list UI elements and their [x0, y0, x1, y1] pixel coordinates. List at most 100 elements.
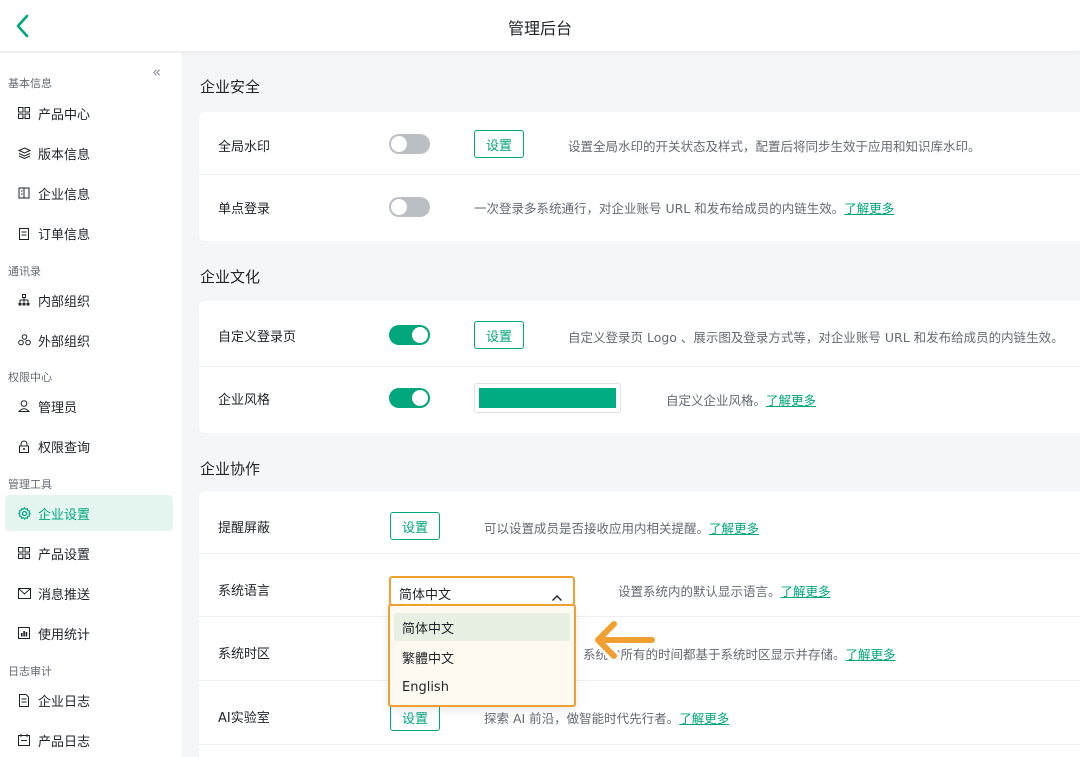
toggle-knob [412, 327, 428, 343]
page-title: 管理后台 [507, 19, 572, 38]
style-color-picker[interactable] [474, 383, 621, 413]
language-option-simplified[interactable]: 简体中文 [394, 613, 570, 641]
ai-lab-learn-more-link[interactable]: 了解更多 [679, 711, 729, 726]
sidebar-item-usage-stats[interactable]: 使用统计 [5, 615, 173, 651]
chart-icon [17, 626, 31, 640]
sidebar-item-label: 权限查询 [38, 440, 91, 456]
watermark-row: 全局水印 设置 设置全局水印的开关状态及样式，配置后将同步生效于应用和知识库水印… [199, 112, 1080, 175]
sidebar-item-company-info[interactable]: 企业信息 [5, 175, 173, 211]
sso-description: 一次登录多系统通行，对企业账号 URL 和发布给成员的内链生效。了解更多 [474, 198, 894, 217]
sso-label: 单点登录 [218, 202, 271, 217]
mail-icon [17, 586, 31, 600]
sidebar-item-external-org[interactable]: 外部组织 [5, 322, 173, 358]
section-title-security: 企业安全 [200, 78, 261, 96]
people-icon [17, 333, 31, 347]
ai-lab-description: 探索 AI 前沿，做智能时代先行者。了解更多 [484, 708, 729, 727]
user-icon [17, 399, 31, 413]
calendar-log-icon [17, 733, 31, 747]
watermark-label: 全局水印 [218, 140, 271, 155]
log-icon [17, 693, 31, 707]
watermark-settings-button[interactable]: 设置 [474, 130, 524, 158]
language-option-traditional[interactable]: 繁體中文 [394, 643, 570, 671]
building-icon [17, 186, 31, 200]
sidebar-item-label: 企业日志 [38, 694, 91, 710]
reminder-row: 提醒屏蔽 设置 可以设置成员是否接收应用内相关提醒。了解更多 [199, 491, 1080, 554]
reminder-settings-button[interactable]: 设置 [390, 512, 440, 540]
watermark-toggle[interactable] [389, 134, 430, 154]
language-description-text: 设置系统内的默认显示语言。 [618, 584, 781, 599]
top-bar: 管理后台 [0, 0, 1080, 52]
language-option-english[interactable]: English [394, 673, 570, 701]
sidebar-item-company-log[interactable]: 企业日志 [5, 682, 173, 718]
sidebar-item-product-log[interactable]: 产品日志 [5, 722, 173, 757]
sidebar-item-label: 消息推送 [38, 587, 91, 603]
sidebar-item-label: 管理员 [38, 400, 78, 416]
sidebar-item-label: 使用统计 [38, 627, 91, 643]
language-select[interactable]: 简体中文 [389, 576, 575, 606]
language-description: 设置系统内的默认显示语言。了解更多 [618, 581, 831, 600]
login-page-toggle[interactable] [389, 325, 430, 345]
language-select-value: 简体中文 [399, 588, 452, 603]
group-title-tools: 管理工具 [8, 478, 52, 491]
language-label: 系统语言 [218, 584, 271, 599]
sidebar-item-label: 内部组织 [38, 294, 91, 310]
sso-learn-more-link[interactable]: 了解更多 [844, 201, 894, 216]
sidebar-item-admin[interactable]: 管理员 [5, 388, 173, 424]
style-toggle[interactable] [389, 388, 430, 408]
style-description: 自定义企业风格。了解更多 [666, 390, 816, 409]
sidebar-item-label: 企业设置 [38, 507, 91, 523]
sso-row: 单点登录 一次登录多系统通行，对企业账号 URL 和发布给成员的内链生效。了解更… [199, 175, 1080, 238]
toggle-knob [391, 136, 407, 152]
sidebar-item-company-settings[interactable]: 企业设置 [5, 495, 173, 531]
sidebar-item-internal-org[interactable]: 内部组织 [5, 282, 173, 318]
reminder-learn-more-link[interactable]: 了解更多 [709, 521, 759, 536]
watermark-description: 设置全局水印的开关状态及样式，配置后将同步生效于应用和知识库水印。 [568, 139, 981, 154]
sidebar-item-message-push[interactable]: 消息推送 [5, 575, 173, 611]
layers-icon [17, 146, 31, 160]
ai-lab-settings-button[interactable]: 设置 [390, 703, 440, 731]
login-page-settings-button[interactable]: 设置 [474, 321, 524, 349]
ai-lab-description-text: 探索 AI 前沿，做智能时代先行者。 [484, 711, 680, 726]
group-title-audit: 日志审计 [8, 665, 52, 678]
style-row: 企业风格 自定义企业风格。了解更多 [199, 367, 1080, 430]
language-dropdown-menu: 简体中文 繁體中文 English [388, 604, 576, 707]
timezone-label: 系统时区 [218, 647, 271, 662]
grid-icon [17, 106, 31, 120]
clipboard-icon [17, 226, 31, 240]
sso-toggle[interactable] [389, 197, 430, 217]
ai-lab-row: AI实验室 设置 探索 AI 前沿，做智能时代先行者。了解更多 [199, 682, 1080, 745]
login-page-row: 自定义登录页 设置 自定义登录页 Logo 、展示图及登录方式等，对企业账号 U… [199, 301, 1080, 367]
annotation-arrow-icon [586, 614, 660, 666]
language-row: 系统语言 简体中文 设置系统内的默认显示语言。了解更多 [199, 554, 1080, 617]
sidebar: « 基本信息 产品中心 版本信息 企业信息 订单信息 通讯录 内部组织 外部组织… [0, 53, 181, 757]
style-learn-more-link[interactable]: 了解更多 [766, 393, 816, 408]
sidebar-item-label: 订单信息 [38, 227, 91, 243]
sidebar-item-product-center[interactable]: 产品中心 [5, 95, 173, 131]
sidebar-item-product-settings[interactable]: 产品设置 [5, 535, 173, 571]
security-card: 全局水印 设置 设置全局水印的开关状态及样式，配置后将同步生效于应用和知识库水印… [199, 112, 1080, 241]
settings-icon [17, 506, 31, 520]
timezone-learn-more-link[interactable]: 了解更多 [846, 647, 896, 662]
sidebar-item-label: 企业信息 [38, 187, 91, 203]
collapse-sidebar-icon[interactable]: « [152, 63, 161, 81]
sidebar-item-order-info[interactable]: 订单信息 [5, 215, 173, 251]
sidebar-item-label: 产品中心 [38, 107, 91, 123]
sidebar-item-label: 产品日志 [38, 734, 91, 750]
sidebar-item-label: 版本信息 [38, 147, 91, 163]
group-title-permissions: 权限中心 [8, 371, 52, 384]
reminder-label: 提醒屏蔽 [218, 521, 271, 536]
style-label: 企业风格 [218, 393, 271, 408]
login-page-label: 自定义登录页 [218, 330, 297, 345]
language-learn-more-link[interactable]: 了解更多 [781, 584, 831, 599]
sidebar-item-label: 产品设置 [38, 547, 91, 563]
lock-icon [17, 439, 31, 453]
toggle-knob [391, 199, 407, 215]
chevron-up-icon [551, 587, 563, 601]
sidebar-item-permission-query[interactable]: 权限查询 [5, 428, 173, 464]
sidebar-item-version-info[interactable]: 版本信息 [5, 135, 173, 171]
sidebar-item-label: 外部组织 [38, 334, 91, 350]
reminder-description-text: 可以设置成员是否接收应用内相关提醒。 [484, 521, 710, 536]
ai-lab-label: AI实验室 [218, 711, 270, 726]
group-title-contacts: 通讯录 [8, 265, 41, 278]
reminder-description: 可以设置成员是否接收应用内相关提醒。了解更多 [484, 518, 759, 537]
